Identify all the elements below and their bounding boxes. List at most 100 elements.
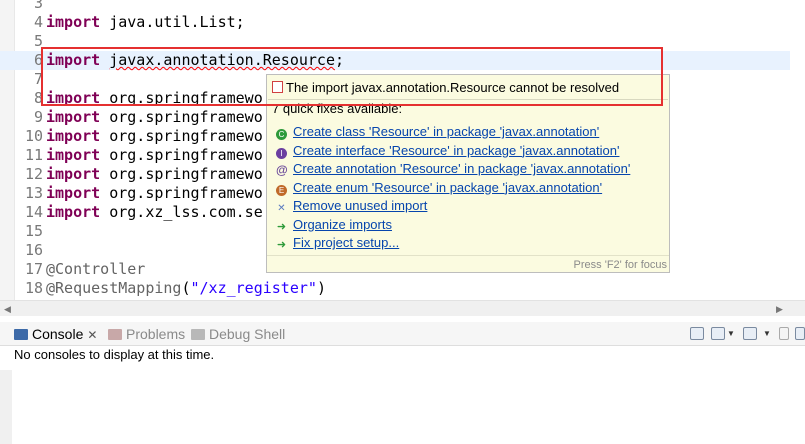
code-text: org.springframewo [100, 184, 263, 202]
quick-fix-label[interactable]: Fix project setup... [293, 235, 399, 250]
keyword: import [46, 184, 101, 202]
keyword: import [46, 165, 101, 183]
quick-fix-label[interactable]: Organize imports [293, 217, 392, 232]
line-code: import org.springframewo [46, 184, 263, 203]
maximize-icon[interactable] [795, 327, 805, 340]
line-number: 15 [24, 222, 43, 240]
line-code: import org.springframewo [46, 165, 263, 184]
line-number: 3 [33, 0, 43, 12]
quick-fix-count: 7 quick fixes available: [272, 102, 403, 116]
quick-fix-item[interactable]: I Create interface 'Resource' in package … [276, 142, 619, 160]
keyword: import [46, 127, 101, 145]
code-text: org.xz_lss.com.se [100, 203, 263, 221]
annotation: @Controller [46, 260, 146, 278]
code-line[interactable]: 3 [0, 0, 790, 13]
code-text: ; [335, 51, 345, 69]
editor-horizontal-scrollbar[interactable]: ◀ ▶ [0, 300, 805, 316]
keyword: import [46, 146, 101, 164]
close-icon[interactable]: ✕ [87, 328, 97, 342]
tab-debug-shell[interactable]: Debug Shell [191, 322, 285, 346]
annotation: @RequestMapping [46, 279, 182, 297]
quick-fix-label[interactable]: Create enum 'Resource' in package 'javax… [293, 180, 602, 195]
minimize-icon[interactable] [779, 327, 789, 340]
line-number: 8 [33, 89, 43, 107]
quick-fix-label[interactable]: Create class 'Resource' in package 'java… [293, 124, 599, 139]
code-line[interactable]: 5 [0, 32, 790, 51]
quick-fix-label[interactable]: Create interface 'Resource' in package '… [293, 143, 619, 158]
line-number: 17 [24, 260, 43, 278]
quick-fix-label[interactable]: Create annotation 'Resource' in package … [293, 161, 630, 176]
line-number: 12 [24, 165, 43, 183]
pin-console-icon[interactable] [690, 327, 704, 340]
hover-separator [268, 99, 668, 100]
error-icon [272, 81, 283, 93]
keyword: import [46, 203, 101, 221]
problems-icon [108, 329, 122, 340]
line-code: import org.springframewo [46, 146, 263, 165]
line-number: 5 [33, 32, 43, 50]
code-line[interactable]: 6 import javax.annotation.Resource; [0, 51, 790, 70]
code-text: org.springframewo [100, 146, 263, 164]
remove-import-icon: ✕ [277, 203, 286, 214]
quick-fix-item[interactable]: ➜ Fix project setup... [276, 234, 399, 252]
hover-problem: The import javax.annotation.Resource can… [272, 79, 619, 97]
tab-label: Problems [126, 326, 186, 342]
paren: ( [181, 279, 191, 297]
problem-text: The import javax.annotation.Resource can… [286, 80, 620, 95]
line-code: @Controller [46, 260, 145, 279]
line-number: 10 [24, 127, 43, 145]
tab-problems[interactable]: Problems [108, 322, 185, 346]
console-icon [14, 329, 28, 340]
keyword: import [46, 108, 101, 126]
keyword: import [46, 13, 101, 31]
line-code: import org.xz_lss.com.se [46, 203, 263, 222]
code-line[interactable]: 4 import java.util.List; [0, 13, 790, 32]
interface-icon: I [276, 147, 287, 159]
scroll-right-icon[interactable]: ▶ [776, 304, 783, 315]
line-number: 6 [33, 51, 43, 69]
hover-status-bar: Press 'F2' for focus [267, 255, 669, 274]
quick-fix-item[interactable]: E Create enum 'Resource' in package 'java… [276, 179, 602, 197]
line-number: 14 [24, 203, 43, 221]
code-text: java.util.List; [100, 13, 245, 31]
console-tab-bar: Console ✕ Problems Debug Shell ▼ ▼ [0, 322, 805, 346]
code-line[interactable]: 18 @RequestMapping("/xz_register") [0, 279, 790, 298]
display-console-icon[interactable] [711, 327, 725, 340]
code-text: org.springframewo [100, 165, 263, 183]
line-code: import org.springframewo [46, 108, 263, 127]
quick-fix-label[interactable]: Remove unused import [293, 198, 427, 213]
quick-fix-hover[interactable]: The import javax.annotation.Resource can… [266, 74, 670, 273]
tab-label: Debug Shell [209, 326, 286, 342]
open-console-icon[interactable] [743, 327, 757, 340]
focus-hint: Press 'F2' for focus [573, 259, 667, 271]
line-number: 16 [24, 241, 43, 259]
quick-fix-item[interactable]: C Create class 'Resource' in package 'jav… [276, 123, 599, 141]
class-icon: C [276, 129, 287, 140]
quick-fix-item[interactable]: @ Create annotation 'Resource' in package… [276, 160, 630, 178]
display-dropdown-icon[interactable]: ▼ [727, 327, 735, 341]
open-dropdown-icon[interactable]: ▼ [763, 327, 771, 341]
paren: ) [316, 279, 326, 297]
code-text: org.springframewo [100, 127, 263, 145]
line-code: import javax.annotation.Resource; [46, 51, 344, 70]
debug-shell-icon [191, 329, 205, 340]
quick-fix-item[interactable]: ➜ Organize imports [276, 216, 392, 234]
code-text: org.springframewo [100, 89, 263, 107]
line-number: 18 [24, 279, 43, 297]
line-number: 7 [33, 70, 43, 88]
tab-console[interactable]: Console ✕ [14, 322, 97, 346]
line-code: import org.springframewo [46, 127, 263, 146]
error-token: javax.annotation.Resource [109, 51, 335, 69]
line-code: @RequestMapping("/xz_register") [46, 279, 326, 298]
quick-fix-item[interactable]: ✕ Remove unused import [276, 197, 427, 215]
scroll-left-icon[interactable]: ◀ [4, 304, 11, 315]
keyword: import [46, 51, 101, 69]
console-empty-message: No consoles to display at this time. [14, 347, 215, 362]
keyword: import [46, 89, 101, 107]
enum-icon: E [276, 184, 287, 196]
string-literal: "/xz_register" [190, 279, 317, 297]
annotation-icon: @ [276, 163, 288, 177]
project-setup-icon: ➜ [276, 239, 287, 251]
code-text: org.springframewo [100, 108, 263, 126]
